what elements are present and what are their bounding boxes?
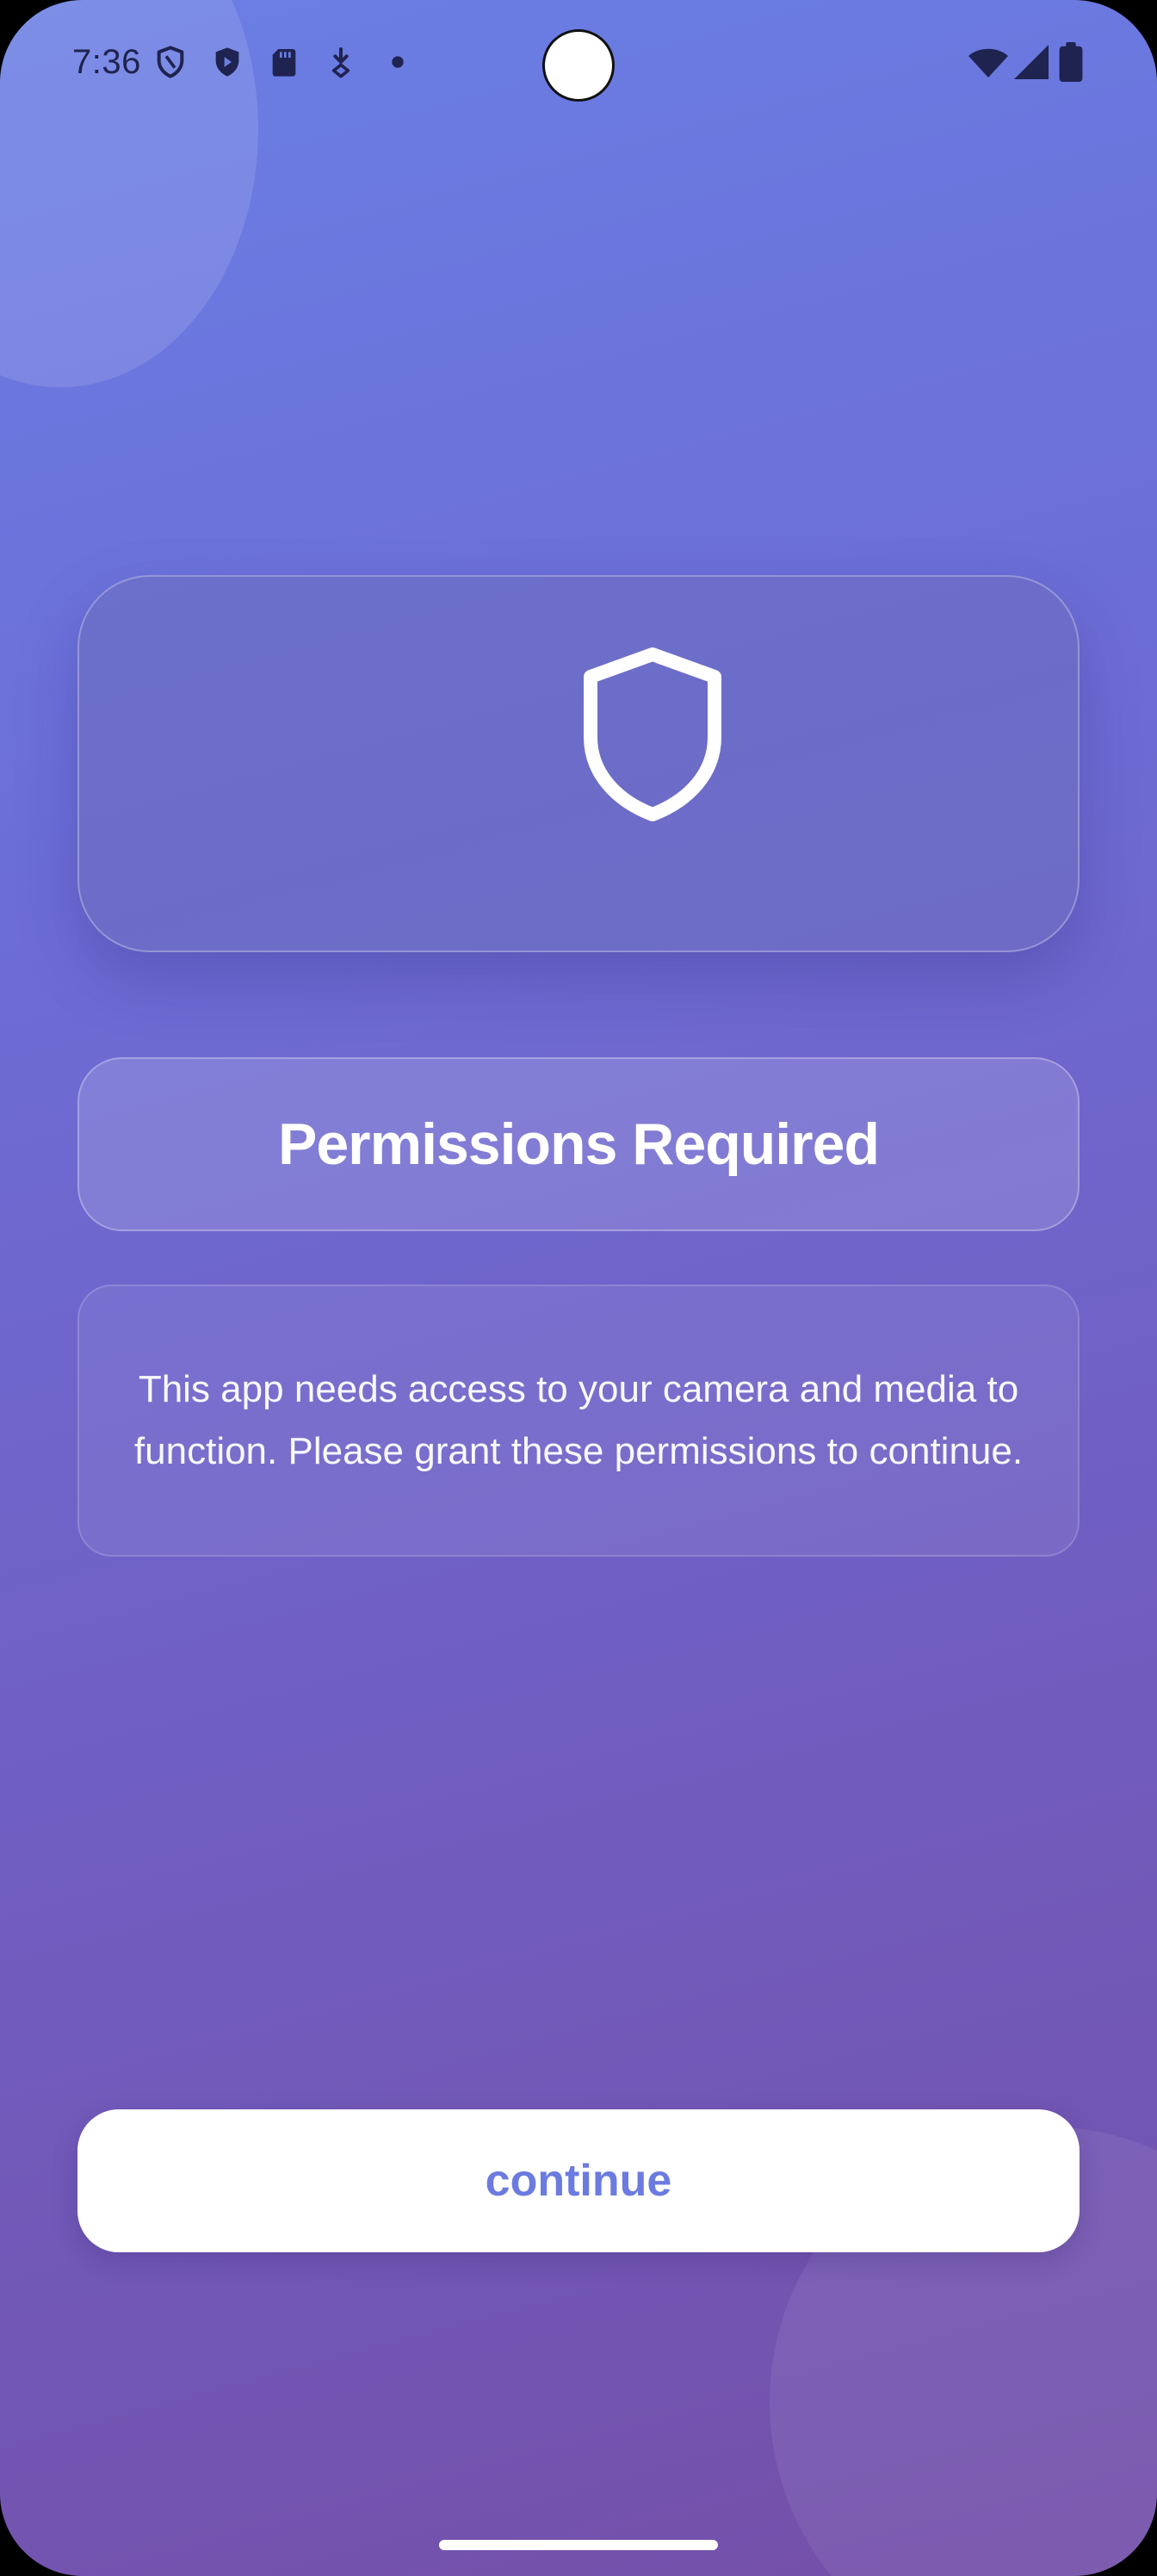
- home-indicator[interactable]: [439, 2540, 718, 2550]
- page-title: Permissions Required: [277, 1112, 880, 1177]
- status-bar: 7:36: [0, 0, 1157, 129]
- shield-card: [77, 575, 1080, 952]
- download-icon: [331, 47, 350, 78]
- continue-button[interactable]: continue: [77, 2109, 1080, 2252]
- dot-icon: [392, 56, 404, 68]
- permissions-screen: 7:36 Permissions Required This app needs…: [0, 0, 1157, 2576]
- wifi-icon: [968, 48, 1008, 77]
- signal-icon: [1014, 45, 1049, 79]
- description-card: This app needs access to your camera and…: [77, 1285, 1080, 1557]
- description-text: This app needs access to your camera and…: [133, 1368, 1024, 1472]
- battery-icon: [1059, 42, 1083, 82]
- status-time: 7:36: [72, 43, 141, 81]
- continue-button-label: continue: [485, 2156, 672, 2206]
- camera-cutout: [542, 29, 615, 102]
- title-card: Permissions Required: [77, 1057, 1080, 1231]
- shield-play-icon: [215, 47, 239, 77]
- shield-icon: [584, 647, 721, 821]
- shield-outline-icon: [157, 46, 184, 78]
- sd-card-icon: [272, 49, 296, 77]
